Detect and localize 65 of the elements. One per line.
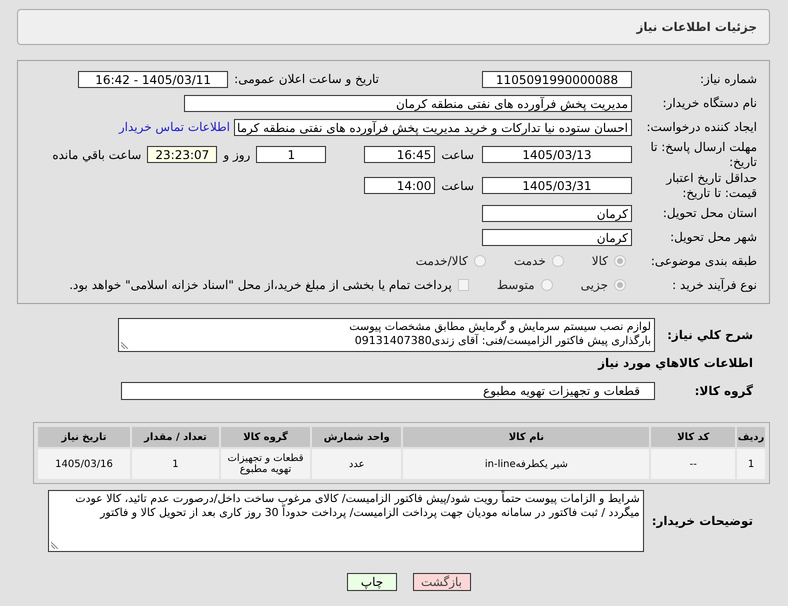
creator-field[interactable]: احسان ستوده نیا تدارکات و خرید مدیریت پخش فرآورده های نفتی منطقه کرما	[234, 118, 632, 136]
field-label: ساعت	[441, 148, 474, 162]
page-title: جزئیات اطلاعات نیاز	[636, 20, 757, 34]
buyer-contact-link[interactable]: اطلاعات تماس خریدار	[118, 120, 230, 134]
radio-button[interactable]	[552, 255, 564, 267]
column-header: کد کالا	[651, 427, 736, 447]
radio-button[interactable]	[614, 255, 626, 267]
field-label: شهر محل تحویل:	[669, 230, 757, 244]
field-label: شرح کلي نیاز:	[666, 328, 753, 342]
field-label: شماره نیاز:	[699, 72, 757, 86]
field-label: ایجاد کننده درخواست:	[645, 120, 757, 134]
print-button[interactable]: چاپ	[347, 573, 397, 591]
deadline-time-field[interactable]: 16:45	[364, 146, 436, 163]
column-header: تاریخ نیاز	[38, 427, 130, 447]
table-cell: قطعات و تجهیزات تهویه مطبوع	[220, 449, 310, 479]
column-header: ردیف	[737, 427, 765, 447]
days-field[interactable]: 1	[256, 146, 326, 163]
radio-button[interactable]	[540, 279, 553, 291]
checkbox[interactable]	[458, 279, 469, 291]
announce-date-field[interactable]: 1405/03/11 - 16:42	[78, 70, 228, 88]
radio-button[interactable]	[614, 279, 626, 291]
notes-box[interactable]: شرایط و الزامات پیوست حتماً رویت شود/پیش فاکتور الزامیست/ کالای مرغوب ساخت داخل/درصورت عدم تائید، کالا عودت میگردد / ثبت فاکتور در سامانه مودیان جهت پرداخت الزامیست/ پرداخت حدوداً 30 روز کاری بعد از تحویل کالا و فاکتور	[48, 490, 644, 552]
description-box[interactable]: لوازم نصب سیستم سرمایش و گرمایش مطابق مشخصات پیوست بارگذاری پیش فاکتور الزامیست/فنی: آقای زندی09131407380	[118, 318, 655, 352]
table-cell: --	[651, 449, 736, 479]
field-label: توضیحات خریدار:	[652, 514, 753, 528]
field-label: استان محل تحویل:	[662, 206, 757, 220]
validity-date-field[interactable]: 1405/03/31	[482, 177, 632, 194]
treasury-note: پرداخت تمام یا بخشی از مبلغ خرید،از محل "اسناد خزانه اسلامی" خواهد بود.	[69, 278, 452, 292]
column-header: نام کالا	[403, 427, 650, 447]
buyer-org-field[interactable]: مدیریت پخش فرآورده های نفتی منطقه کرمان	[184, 94, 632, 112]
option-label: کالا/خدمت	[416, 254, 468, 268]
column-header: واحد شمارش	[312, 427, 402, 447]
field-label: روز و	[223, 148, 250, 162]
table-cell: شیر یکطرفهin-line	[403, 449, 650, 479]
column-header: گروه کالا	[220, 427, 310, 447]
section-title: اطلاعات کالاهاي مورد نیاز	[596, 356, 754, 370]
field-label: حداقل تاریخ اعتبار قیمت: تا تاریخ:	[664, 170, 757, 200]
field-label: طبقه بندی موضوعی:	[650, 254, 757, 268]
city-field[interactable]: کرمان	[482, 228, 632, 246]
need-number-field[interactable]: 1105091990000088	[482, 70, 632, 88]
remaining-time-field[interactable]: 23:23:07	[147, 146, 218, 163]
field-label: تاریخ و ساعت اعلان عمومی:	[234, 72, 379, 86]
resize-grip-icon[interactable]	[50, 542, 58, 549]
validity-time-field[interactable]: 14:00	[364, 177, 436, 194]
option-label: خدمت	[514, 254, 546, 268]
goods-group-field[interactable]: قطعات و تجهیزات تهویه مطبوع	[121, 382, 655, 400]
province-field[interactable]: کرمان	[482, 204, 632, 222]
radio-button[interactable]	[474, 255, 486, 267]
option-label: کالا	[592, 254, 608, 268]
column-header: تعداد / مقدار	[132, 427, 219, 447]
field-label: مهلت ارسال پاسخ: تا تاریخ:	[649, 140, 757, 170]
field-label: گروه کالا:	[694, 384, 753, 398]
field-label: ساعت باقي مانده	[52, 148, 142, 162]
table-cell: 1	[132, 449, 219, 479]
back-button[interactable]: بازگشت	[413, 573, 471, 591]
table-cell: 1405/03/16	[38, 449, 130, 479]
option-label: جزیی	[580, 278, 608, 292]
field-label: نام دستگاه خریدار:	[662, 96, 757, 110]
resize-grip-icon[interactable]	[121, 342, 128, 349]
field-label: ساعت	[441, 178, 474, 192]
field-label: نوع فرآیند خرید :	[671, 278, 757, 292]
table-cell: 1	[737, 449, 765, 479]
option-label: متوسط	[496, 278, 535, 292]
deadline-date-field[interactable]: 1405/03/13	[482, 146, 632, 163]
table-cell: عدد	[312, 449, 402, 479]
